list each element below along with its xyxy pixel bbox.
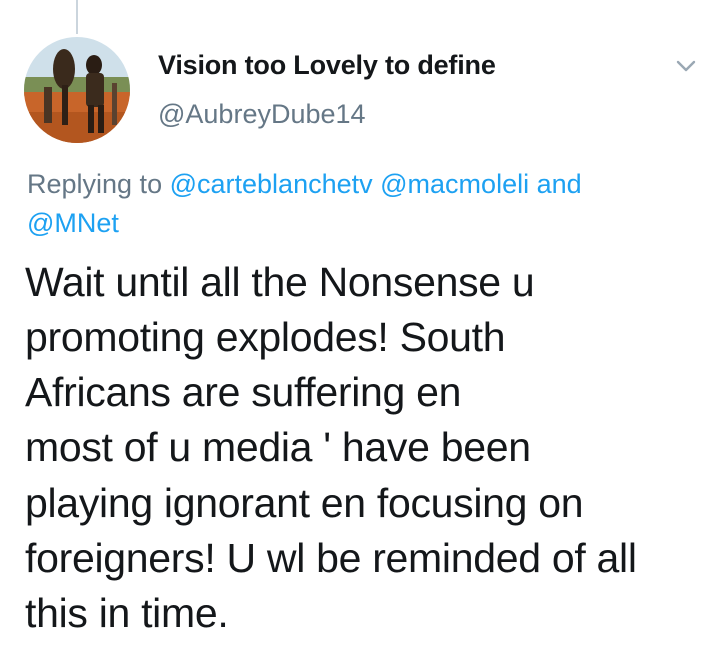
tweet-text-line: Wait until all the Nonsense u [25, 259, 535, 305]
tweet-text-line: promoting explodes! South [25, 314, 506, 360]
replying-to-line: Replying to @carteblanchetv @macmoleli a… [27, 169, 707, 200]
mention-link-macmoleli[interactable]: @macmoleli [380, 169, 529, 199]
tweet-text-line: this in time. [25, 590, 229, 636]
tweet-text-line: most of u media ' have been [25, 424, 531, 470]
avatar[interactable] [24, 37, 130, 143]
avatar-photo [24, 37, 130, 143]
tweet-text-line: playing ignorant en focusing on [25, 480, 584, 526]
mention-link-mnet[interactable]: @MNet [27, 208, 119, 238]
mention-conjunction: and [536, 169, 582, 199]
user-handle[interactable]: @AubreyDube14 [158, 99, 366, 130]
tweet-text-line: Africans are suffering en [25, 369, 462, 415]
user-display-name[interactable]: Vision too Lovely to define [158, 50, 496, 81]
mention-link-carteblanchetv[interactable]: @carteblanchetv [170, 169, 373, 199]
replying-to-label: Replying to [27, 169, 163, 199]
replying-to-line-continued: @MNet [27, 208, 707, 239]
thread-connector-line [76, 0, 78, 34]
chevron-down-icon[interactable] [672, 52, 700, 80]
tweet-text-line: foreigners! U wl be reminded of all [25, 535, 637, 581]
